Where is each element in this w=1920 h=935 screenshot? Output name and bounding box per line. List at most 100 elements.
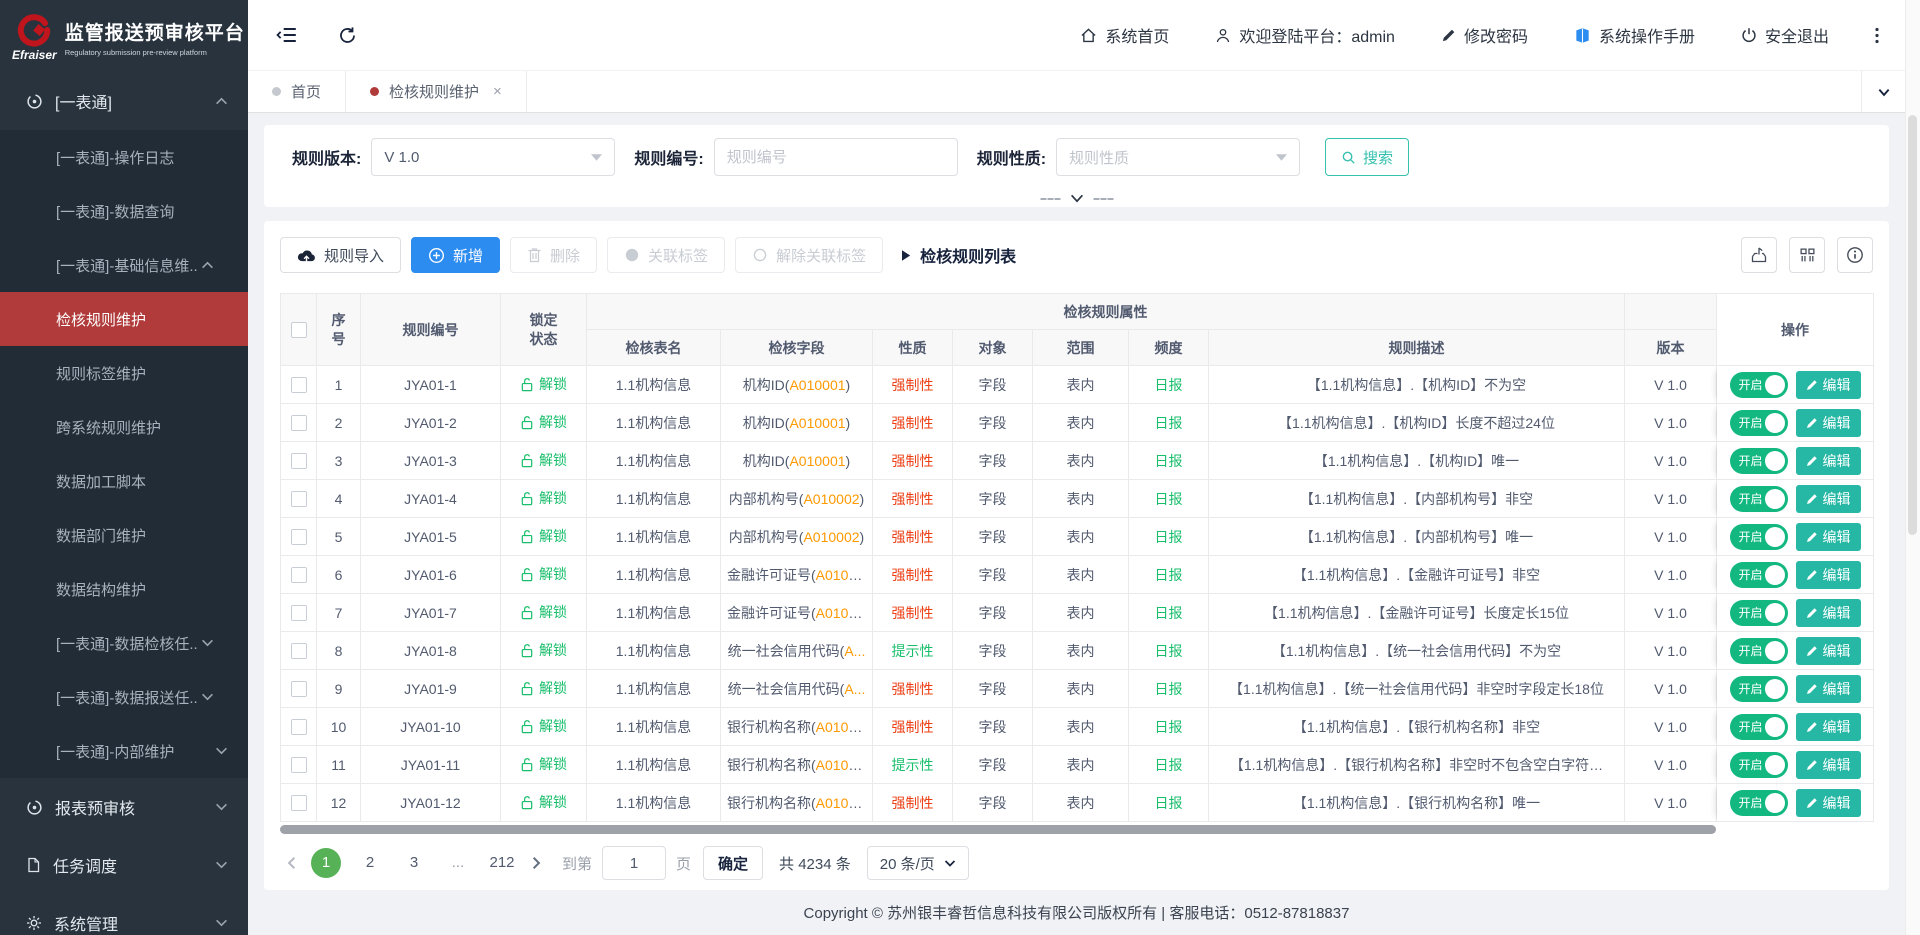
- sidebar-item--一表通-数据检核任-[interactable]: [一表通]-数据检核任..: [0, 616, 248, 670]
- row-checkbox[interactable]: [291, 529, 307, 545]
- row-checkbox[interactable]: [291, 377, 307, 393]
- rule-code-input[interactable]: [714, 138, 958, 176]
- sidebar-item-数据加工脚本[interactable]: 数据加工脚本: [0, 454, 248, 508]
- import-rules-button[interactable]: 规则导入: [280, 237, 401, 273]
- horizontal-scrollbar[interactable]: [280, 825, 1716, 834]
- row-checkbox[interactable]: [291, 643, 307, 659]
- edit-button[interactable]: 编辑: [1796, 675, 1861, 703]
- unlock-icon: [520, 643, 534, 658]
- enable-toggle[interactable]: 开启: [1730, 638, 1788, 664]
- enable-toggle[interactable]: 开启: [1730, 562, 1788, 588]
- row-checkbox[interactable]: [291, 491, 307, 507]
- tab-首页[interactable]: 首页: [248, 71, 346, 112]
- enable-toggle[interactable]: 开启: [1730, 448, 1788, 474]
- toggle-label: 开启: [1739, 414, 1763, 431]
- row-checkbox[interactable]: [291, 567, 307, 583]
- row-checkbox[interactable]: [291, 415, 307, 431]
- sidebar-item-数据结构维护[interactable]: 数据结构维护: [0, 562, 248, 616]
- link-tag-button[interactable]: 关联标签: [607, 237, 725, 273]
- delete-button[interactable]: 删除: [510, 237, 597, 273]
- enable-toggle[interactable]: 开启: [1730, 790, 1788, 816]
- unlink-tag-button[interactable]: 解除关联标签: [735, 237, 883, 273]
- sidebar-item-系统管理[interactable]: 系统管理: [0, 894, 248, 935]
- sidebar-item--一表通-[interactable]: [一表通]: [0, 72, 248, 130]
- tab-close-icon[interactable]: ×: [493, 83, 502, 100]
- refresh-button[interactable]: [338, 26, 357, 45]
- row-checkbox-cell: [281, 366, 317, 404]
- goto-confirm-button[interactable]: 确定: [703, 846, 763, 880]
- export-button[interactable]: [1741, 237, 1777, 273]
- prev-page-button[interactable]: [280, 856, 304, 870]
- edit-button[interactable]: 编辑: [1796, 561, 1861, 589]
- sidebar-item--一表通-数据查询[interactable]: [一表通]-数据查询: [0, 184, 248, 238]
- goto-page-input[interactable]: [602, 846, 666, 880]
- edit-button[interactable]: 编辑: [1796, 789, 1861, 817]
- more-options-button[interactable]: [1875, 27, 1879, 44]
- page-number-2[interactable]: 2: [355, 848, 385, 878]
- enable-toggle[interactable]: 开启: [1730, 410, 1788, 436]
- sidebar-item-检核规则维护[interactable]: 检核规则维护: [0, 292, 248, 346]
- vertical-scrollbar[interactable]: [1905, 0, 1920, 935]
- enable-toggle[interactable]: 开启: [1730, 752, 1788, 778]
- enable-toggle[interactable]: 开启: [1730, 524, 1788, 550]
- enable-toggle[interactable]: 开启: [1730, 714, 1788, 740]
- row-checkbox[interactable]: [291, 719, 307, 735]
- rule-nature-select[interactable]: 规则性质: [1056, 138, 1300, 176]
- select-all-checkbox[interactable]: [291, 322, 307, 338]
- sidebar-item-跨系统规则维护[interactable]: 跨系统规则维护: [0, 400, 248, 454]
- tab-检核规则维护[interactable]: 检核规则维护×: [346, 71, 527, 112]
- page-number-3[interactable]: 3: [399, 848, 429, 878]
- cell-operations: 开启编辑: [1717, 746, 1874, 784]
- sidebar-item-数据部门维护[interactable]: 数据部门维护: [0, 508, 248, 562]
- row-checkbox[interactable]: [291, 757, 307, 773]
- cell-rule-description: 【1.1机构信息】.【内部机构号】唯一: [1209, 518, 1625, 556]
- per-page-select[interactable]: 20 条/页: [867, 846, 969, 880]
- topbar-item-home[interactable]: 系统首页: [1080, 23, 1169, 47]
- edit-button[interactable]: 编辑: [1796, 523, 1861, 551]
- edit-button[interactable]: 编辑: [1796, 371, 1861, 399]
- cell-operations: 开启编辑: [1717, 594, 1874, 632]
- page-number-1[interactable]: 1: [311, 848, 341, 878]
- row-checkbox[interactable]: [291, 681, 307, 697]
- edit-button[interactable]: 编辑: [1796, 637, 1861, 665]
- rule-version-select[interactable]: V 1.0: [371, 138, 615, 176]
- cell-operations: 开启编辑: [1717, 632, 1874, 670]
- sidebar-item--一表通-内部维护[interactable]: [一表通]-内部维护: [0, 724, 248, 778]
- topbar-item-book[interactable]: 系统操作手册: [1574, 23, 1695, 47]
- row-checkbox[interactable]: [291, 795, 307, 811]
- tabs-collapse-button[interactable]: [1861, 71, 1905, 112]
- scrollbar-thumb[interactable]: [1908, 115, 1917, 535]
- cell-check-table: 1.1机构信息: [587, 480, 721, 518]
- search-button[interactable]: 搜索: [1325, 138, 1409, 176]
- enable-toggle[interactable]: 开启: [1730, 600, 1788, 626]
- edit-button[interactable]: 编辑: [1796, 599, 1861, 627]
- sidebar-item-规则标签维护[interactable]: 规则标签维护: [0, 346, 248, 400]
- sidebar-item-报表预审核[interactable]: 报表预审核: [0, 778, 248, 836]
- sidebar-item--一表通-数据报送任-[interactable]: [一表通]-数据报送任..: [0, 670, 248, 724]
- enable-toggle[interactable]: 开启: [1730, 372, 1788, 398]
- row-checkbox[interactable]: [291, 605, 307, 621]
- edit-button[interactable]: 编辑: [1796, 713, 1861, 741]
- edit-button[interactable]: 编辑: [1796, 447, 1861, 475]
- page-number-212[interactable]: 212: [487, 848, 517, 878]
- enable-toggle[interactable]: 开启: [1730, 676, 1788, 702]
- sidebar-item--一表通-操作日志[interactable]: [一表通]-操作日志: [0, 130, 248, 184]
- edit-button[interactable]: 编辑: [1796, 485, 1861, 513]
- topbar-item-user[interactable]: 欢迎登陆平台：admin: [1215, 23, 1395, 47]
- topbar-item-pencil[interactable]: 修改密码: [1441, 23, 1528, 47]
- enable-toggle[interactable]: 开启: [1730, 486, 1788, 512]
- next-page-button[interactable]: [524, 856, 548, 870]
- filter-collapse-toggle[interactable]: [1040, 193, 1113, 204]
- cell-nature: 强制性: [873, 708, 953, 746]
- row-checkbox[interactable]: [291, 453, 307, 469]
- sidebar-collapse-button[interactable]: [276, 26, 298, 44]
- topbar-item-power[interactable]: 安全退出: [1741, 23, 1829, 47]
- sidebar-item--一表通-基础信息维-[interactable]: [一表通]-基础信息维..: [0, 238, 248, 292]
- add-button[interactable]: 新增: [411, 237, 500, 273]
- sidebar-item-label: [一表通]-数据查询: [56, 201, 174, 222]
- info-button[interactable]: [1837, 237, 1873, 273]
- sidebar-item-任务调度[interactable]: 任务调度: [0, 836, 248, 894]
- edit-button[interactable]: 编辑: [1796, 751, 1861, 779]
- edit-button[interactable]: 编辑: [1796, 409, 1861, 437]
- columns-config-button[interactable]: [1789, 237, 1825, 273]
